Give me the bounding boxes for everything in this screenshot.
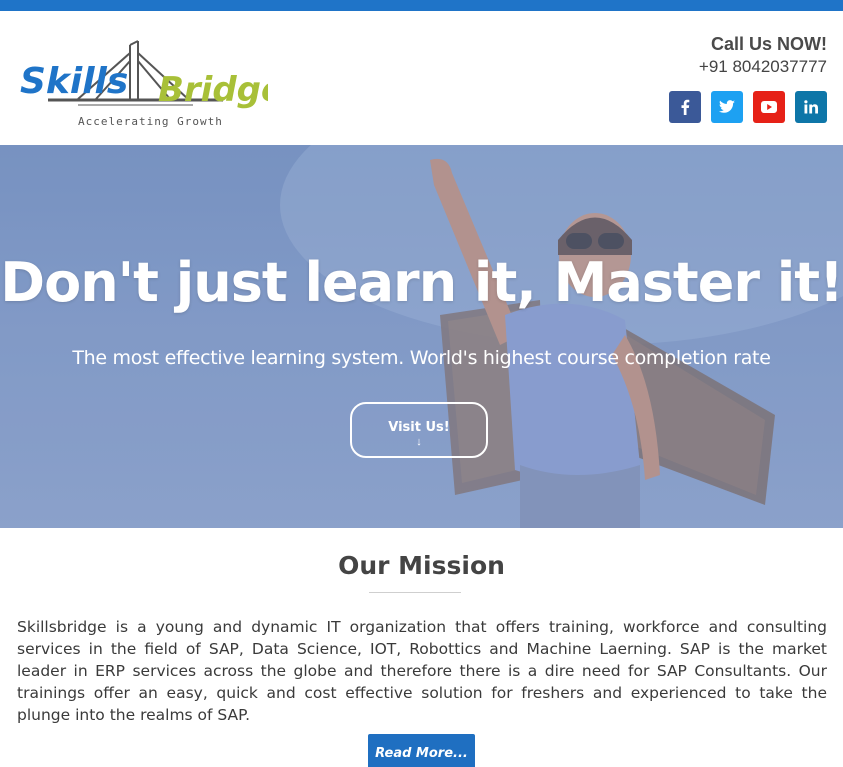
social-links bbox=[669, 91, 827, 123]
phone-number[interactable]: +91 8042037777 bbox=[699, 56, 827, 78]
hero-headline: Don't just learn it, Master it! bbox=[0, 246, 843, 320]
youtube-button[interactable] bbox=[753, 91, 785, 123]
mission-divider bbox=[369, 592, 461, 593]
site-header: Skills Bridge Accelerating Growth Call U… bbox=[0, 11, 843, 145]
mission-body: Skillsbridge is a young and dynamic IT o… bbox=[17, 618, 827, 724]
call-us-heading: Call Us NOW! bbox=[710, 34, 827, 54]
hero-overlay bbox=[0, 145, 843, 528]
facebook-button[interactable] bbox=[669, 91, 701, 123]
hero-headline-light: Don't just learn it, bbox=[0, 251, 554, 314]
read-more-button[interactable]: Read More... bbox=[368, 734, 475, 767]
hero-headline-strong: Master it! bbox=[553, 251, 843, 314]
svg-text:Skills: Skills bbox=[20, 61, 128, 102]
facebook-icon bbox=[681, 99, 690, 115]
linkedin-button[interactable] bbox=[795, 91, 827, 123]
skillsbridge-logo[interactable]: Skills Bridge Accelerating Growth bbox=[18, 39, 268, 131]
svg-text:Bridge: Bridge bbox=[158, 70, 268, 110]
contact-block: Call Us NOW! +91 8042037777 bbox=[699, 33, 827, 78]
twitter-icon bbox=[719, 100, 735, 113]
visit-us-button[interactable]: Visit Us! ↓ bbox=[350, 402, 488, 458]
mission-section: Our Mission Skillsbridge is a young and … bbox=[0, 528, 843, 767]
youtube-icon bbox=[761, 101, 777, 113]
twitter-button[interactable] bbox=[711, 91, 743, 123]
linkedin-icon bbox=[804, 100, 818, 114]
visit-us-label: Visit Us! bbox=[388, 420, 450, 435]
arrow-down-icon: ↓ bbox=[416, 436, 422, 448]
hero-banner: Don't just learn it, Master it! The most… bbox=[0, 145, 843, 528]
hero-subtitle: The most effective learning system. Worl… bbox=[72, 347, 771, 369]
top-accent-bar bbox=[0, 0, 843, 11]
svg-text:Accelerating Growth: Accelerating Growth bbox=[78, 115, 223, 128]
mission-title: Our Mission bbox=[338, 551, 505, 580]
